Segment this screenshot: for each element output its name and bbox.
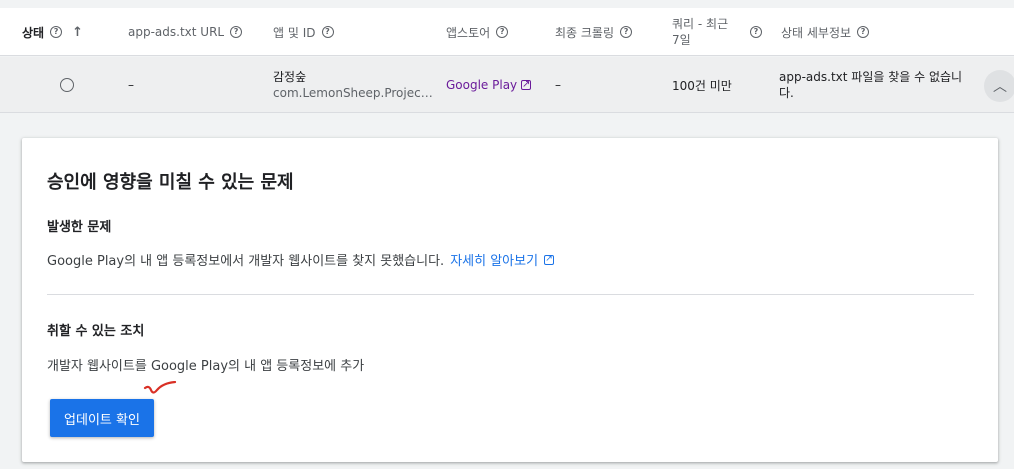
column-header-query: 쿼리 - 최근 7일 ? [672, 8, 768, 56]
action-section-title: 취할 수 있는 조치 [47, 324, 145, 339]
issue-section-title: 발생한 문제 [47, 220, 112, 235]
issue-card: 승인에 영향을 미칠 수 있는 문제 발생한 문제 Google Play의 내… [22, 138, 998, 462]
app-id: com.LemonSheep.Project… [273, 86, 433, 100]
open-in-new-icon: ↗ [544, 254, 555, 265]
help-icon[interactable]: ? [50, 26, 63, 38]
row-crawl: – [555, 78, 561, 92]
store-link[interactable]: Google Play ↗ [446, 57, 532, 113]
column-header-url: app-ads.txt URL ? [128, 8, 243, 56]
column-header-url-label: app-ads.txt URL [128, 25, 225, 39]
issue-text: Google Play의 내 앱 등록정보에서 개발자 웹사이트를 찾지 못했습… [47, 254, 445, 269]
top-strip [0, 0, 1014, 8]
open-in-new-icon: ↗ [521, 79, 532, 90]
collapse-row-button[interactable]: ︿ [984, 70, 1014, 102]
column-header-app-label: 앱 및 ID [273, 25, 316, 40]
table-header: 상태 ? ↑ app-ads.txt URL ? 앱 및 ID ? 앱스토어 ?… [0, 8, 1014, 56]
card-title: 승인에 영향을 미칠 수 있는 문제 [47, 172, 294, 193]
column-header-store: 앱스토어 ? [446, 8, 509, 56]
row-query: 100건 미만 [672, 78, 732, 93]
status-circle-icon [60, 78, 74, 92]
learn-more-label: 자세히 알아보기 [450, 254, 539, 269]
column-header-query-label: 쿼리 - 최근 7일 [672, 17, 729, 47]
help-icon[interactable]: ? [857, 26, 870, 38]
learn-more-link[interactable]: 자세히 알아보기 ↗ [450, 250, 555, 269]
column-header-crawl: 최종 크롤링 ? [555, 8, 633, 56]
row-url: – [128, 78, 134, 92]
help-icon[interactable]: ? [620, 26, 633, 38]
column-header-detail: 상태 세부정보 ? [781, 8, 870, 56]
column-header-status[interactable]: 상태 ? ↑ [22, 8, 83, 56]
row-detail: app-ads.txt 파일을 찾을 수 없습니다. [779, 70, 963, 100]
help-icon[interactable]: ? [321, 26, 334, 38]
sort-arrow-up-icon[interactable]: ↑ [72, 25, 83, 40]
column-header-store-label: 앱스토어 [446, 25, 491, 40]
column-header-status-label: 상태 [22, 25, 45, 40]
store-link-label: Google Play [446, 78, 518, 92]
help-icon[interactable]: ? [750, 26, 762, 38]
table-row[interactable]: – 감정숲 com.LemonSheep.Project… Google Pla… [0, 57, 1014, 113]
check-update-button[interactable]: 업데이트 확인 [50, 399, 154, 437]
app-name: 감정숲 [273, 70, 307, 84]
action-text: 개발자 웹사이트를 Google Play의 내 앱 등록정보에 추가 [47, 359, 365, 374]
divider [47, 294, 974, 295]
help-icon[interactable]: ? [230, 26, 243, 38]
help-icon[interactable]: ? [496, 26, 509, 38]
issue-description: Google Play의 내 앱 등록정보에서 개발자 웹사이트를 찾지 못했습… [47, 250, 555, 269]
column-header-detail-label: 상태 세부정보 [781, 25, 852, 40]
column-header-app: 앱 및 ID ? [273, 8, 334, 56]
red-check-annotation-icon [143, 381, 177, 394]
chevron-up-icon: ︿ [993, 79, 1007, 95]
row-app: 감정숲 com.LemonSheep.Project… [273, 57, 433, 113]
column-header-crawl-label: 최종 크롤링 [555, 25, 615, 40]
